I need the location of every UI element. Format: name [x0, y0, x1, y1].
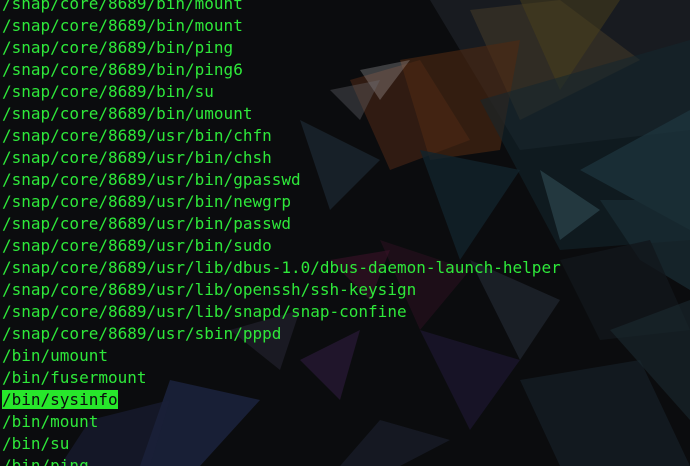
output-line-text: /bin/umount [2, 346, 108, 365]
output-line-text: /snap/core/8689/bin/mount [2, 16, 243, 35]
output-line: /snap/core/8689/usr/sbin/pppd [2, 323, 561, 345]
terminal-window[interactable]: /snap/core/8689/bin/mount/snap/core/8689… [0, 0, 690, 466]
output-line-text: /snap/core/8689/usr/bin/chsh [2, 148, 272, 167]
output-line: /snap/core/8689/bin/mount [2, 15, 561, 37]
output-line-text: /snap/core/8689/bin/su [2, 82, 214, 101]
output-line: /snap/core/8689/bin/su [2, 81, 561, 103]
output-line: /snap/core/8689/usr/bin/sudo [2, 235, 561, 257]
output-line-text: /snap/core/8689/usr/bin/chfn [2, 126, 272, 145]
output-line-text: /snap/core/8689/usr/lib/snapd/snap-confi… [2, 302, 407, 321]
output-line-text: /snap/core/8689/bin/ping6 [2, 60, 243, 79]
output-line: /bin/fusermount [2, 367, 561, 389]
output-line: /snap/core/8689/bin/ping [2, 37, 561, 59]
output-line: /snap/core/8689/usr/bin/chfn [2, 125, 561, 147]
output-line-text: /snap/core/8689/bin/ping [2, 38, 234, 57]
output-line-text: /snap/core/8689/usr/bin/gpasswd [2, 170, 301, 189]
output-line-text: /bin/sysinfo [2, 390, 118, 409]
output-line-text: /snap/core/8689/usr/lib/openssh/ssh-keys… [2, 280, 417, 299]
output-line: /bin/umount [2, 345, 561, 367]
output-line: /snap/core/8689/usr/bin/gpasswd [2, 169, 561, 191]
output-line-text: /bin/su [2, 434, 70, 453]
output-line-text: /snap/core/8689/usr/bin/sudo [2, 236, 272, 255]
output-line-text: /bin/ping [2, 456, 89, 466]
highlighted-output-line: /bin/sysinfo [2, 389, 561, 411]
output-line: /snap/core/8689/usr/lib/snapd/snap-confi… [2, 301, 561, 323]
output-line: /snap/core/8689/bin/mount [2, 0, 561, 15]
output-line-text: /snap/core/8689/bin/umount [2, 104, 253, 123]
output-line-text: /snap/core/8689/bin/mount [2, 0, 243, 13]
output-line-text: /snap/core/8689/usr/lib/dbus-1.0/dbus-da… [2, 258, 561, 277]
output-line-text: /bin/mount [2, 412, 99, 431]
output-line-text: /snap/core/8689/usr/bin/newgrp [2, 192, 291, 211]
output-line: /snap/core/8689/bin/umount [2, 103, 561, 125]
output-line-text: /snap/core/8689/usr/bin/passwd [2, 214, 291, 233]
output-line-text: /bin/fusermount [2, 368, 147, 387]
terminal-output: /snap/core/8689/bin/mount/snap/core/8689… [2, 0, 561, 466]
output-line: /bin/su [2, 433, 561, 455]
output-line: /bin/ping [2, 455, 561, 466]
output-line: /snap/core/8689/usr/bin/passwd [2, 213, 561, 235]
output-line: /snap/core/8689/usr/lib/openssh/ssh-keys… [2, 279, 561, 301]
output-line: /snap/core/8689/usr/bin/chsh [2, 147, 561, 169]
output-line: /snap/core/8689/usr/lib/dbus-1.0/dbus-da… [2, 257, 561, 279]
output-line: /snap/core/8689/bin/ping6 [2, 59, 561, 81]
output-line: /snap/core/8689/usr/bin/newgrp [2, 191, 561, 213]
output-line: /bin/mount [2, 411, 561, 433]
output-line-text: /snap/core/8689/usr/sbin/pppd [2, 324, 282, 343]
